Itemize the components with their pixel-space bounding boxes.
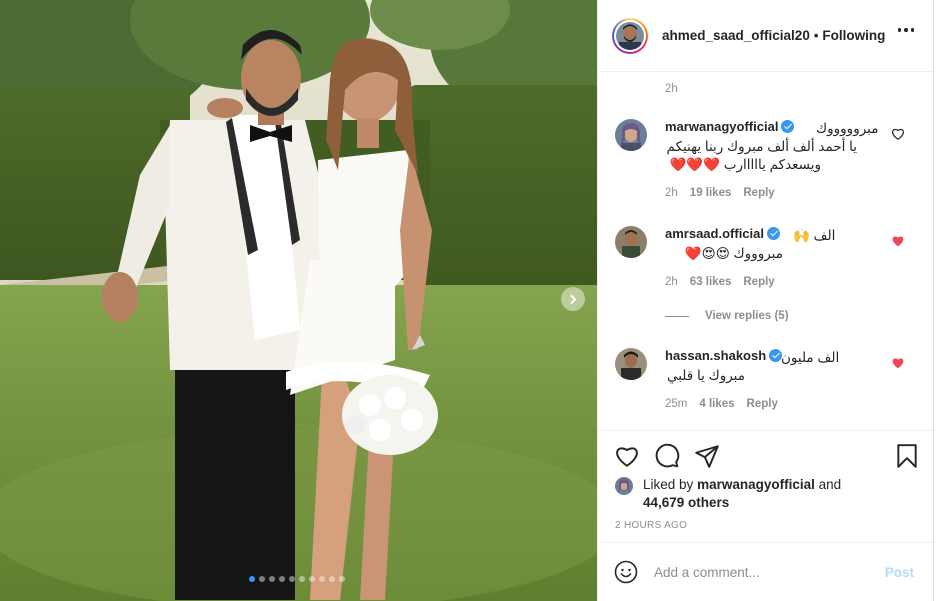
verified-icon xyxy=(781,120,795,133)
comment-text-line1: مبروووووك xyxy=(816,121,879,136)
commenter-avatar[interactable] xyxy=(615,348,647,380)
more-options-icon[interactable] xyxy=(897,28,914,32)
view-replies-label: View replies (5) xyxy=(705,310,789,322)
carousel-indicator xyxy=(249,576,345,582)
commenter-avatar[interactable] xyxy=(615,119,647,151)
comment-text-line2: مبروك يا قلبي xyxy=(666,368,745,383)
commenter-avatar[interactable] xyxy=(615,226,647,258)
carousel-dot xyxy=(289,576,295,582)
comment-time: 25m xyxy=(665,398,688,410)
comment-likes[interactable]: 4 likes xyxy=(699,398,734,410)
author-avatar-image xyxy=(616,21,644,52)
liked-by-user[interactable]: marwanagyofficial xyxy=(697,477,815,492)
heart-icon[interactable] xyxy=(891,356,905,370)
carousel-dot xyxy=(259,576,265,582)
post-photo[interactable] xyxy=(0,0,597,601)
view-replies-button[interactable]: View replies (5) xyxy=(665,310,789,322)
carousel-dot xyxy=(309,576,315,582)
carousel-dot xyxy=(269,576,275,582)
following-button[interactable]: Following xyxy=(822,28,885,43)
comment-meta: 2h 19 likes Reply xyxy=(665,187,775,199)
post-side-panel: ahmed_saad_official20 • Following 2h mar… xyxy=(597,0,938,601)
share-icon[interactable] xyxy=(694,443,720,469)
carousel-dot xyxy=(279,576,285,582)
comment-time: 2h xyxy=(665,276,678,288)
post-date[interactable]: 2 HOURS AGO xyxy=(615,520,687,531)
panel-border xyxy=(933,0,934,601)
comment-text-line3: ويسعدكم يااااارب ❤️❤️❤️ xyxy=(669,157,821,172)
comment-meta: 2h 63 likes Reply xyxy=(665,276,775,288)
comments-section: 2h marwanagyofficial مبروووووك يا أحمد أ… xyxy=(598,72,934,430)
comment-likes[interactable]: 19 likes xyxy=(690,187,732,199)
heart-icon[interactable] xyxy=(891,234,905,248)
comment-reply-button[interactable]: Reply xyxy=(743,187,774,199)
comment-reply-button[interactable]: Reply xyxy=(743,276,774,288)
next-arrow-icon xyxy=(566,294,577,304)
comment-text-line1: الف مليون xyxy=(781,350,840,365)
liked-by-others[interactable]: 44,679 others xyxy=(615,494,915,512)
author-username[interactable]: ahmed_saad_official20 xyxy=(662,28,810,43)
commenter-username[interactable]: hassan.shakosh xyxy=(665,348,766,363)
comment-icon[interactable] xyxy=(654,443,680,469)
carousel-dot xyxy=(299,576,305,582)
comment-text-line2: مبروووك 😍😍❤️ xyxy=(684,246,783,261)
comment-text-line2: يا أحمد ألف ألف مبروك ربنا يهنيكم xyxy=(666,139,857,154)
comment-meta: 25m 4 likes Reply xyxy=(665,398,778,410)
carousel-dot xyxy=(339,576,345,582)
instagram-post-modal: ahmed_saad_official20 • Following 2h mar… xyxy=(0,0,938,601)
carousel-dot xyxy=(329,576,335,582)
comment-likes[interactable]: 63 likes xyxy=(690,276,732,288)
comment-reply-button[interactable]: Reply xyxy=(747,398,778,410)
post-comment-button[interactable]: Post xyxy=(885,565,914,580)
wedding-photo-illustration xyxy=(0,0,597,601)
post-header: ahmed_saad_official20 • Following xyxy=(598,0,934,72)
replies-divider xyxy=(665,315,689,317)
heart-icon[interactable] xyxy=(891,127,905,141)
comment-text-line1: الف 🙌 xyxy=(793,228,836,243)
carousel-dot xyxy=(249,576,255,582)
comment-time: 2h xyxy=(665,187,678,199)
liked-by-and: and xyxy=(818,477,842,492)
caption-timestamp: 2h xyxy=(665,83,678,95)
add-comment-input[interactable]: Add a comment... xyxy=(654,565,885,580)
next-slide-button[interactable] xyxy=(561,287,585,311)
emoji-icon[interactable] xyxy=(614,560,638,584)
likes-summary: Liked by marwanagyofficial and 44,679 ot… xyxy=(615,476,915,512)
liked-by-prefix: Liked by xyxy=(643,477,694,492)
verified-icon xyxy=(767,227,780,240)
like-heart-icon[interactable] xyxy=(614,443,640,469)
header-separator: • xyxy=(813,28,819,43)
author-avatar[interactable] xyxy=(612,17,648,54)
commenter-username[interactable]: amrsaad.official xyxy=(665,226,764,241)
liker-avatar[interactable] xyxy=(615,477,633,495)
commenter-username[interactable]: marwanagyofficial xyxy=(665,119,778,134)
add-comment-bar: Add a comment... Post xyxy=(598,542,934,601)
bookmark-icon[interactable] xyxy=(894,443,920,469)
carousel-dot xyxy=(319,576,325,582)
post-actions: Liked by marwanagyofficial and 44,679 ot… xyxy=(598,430,934,542)
